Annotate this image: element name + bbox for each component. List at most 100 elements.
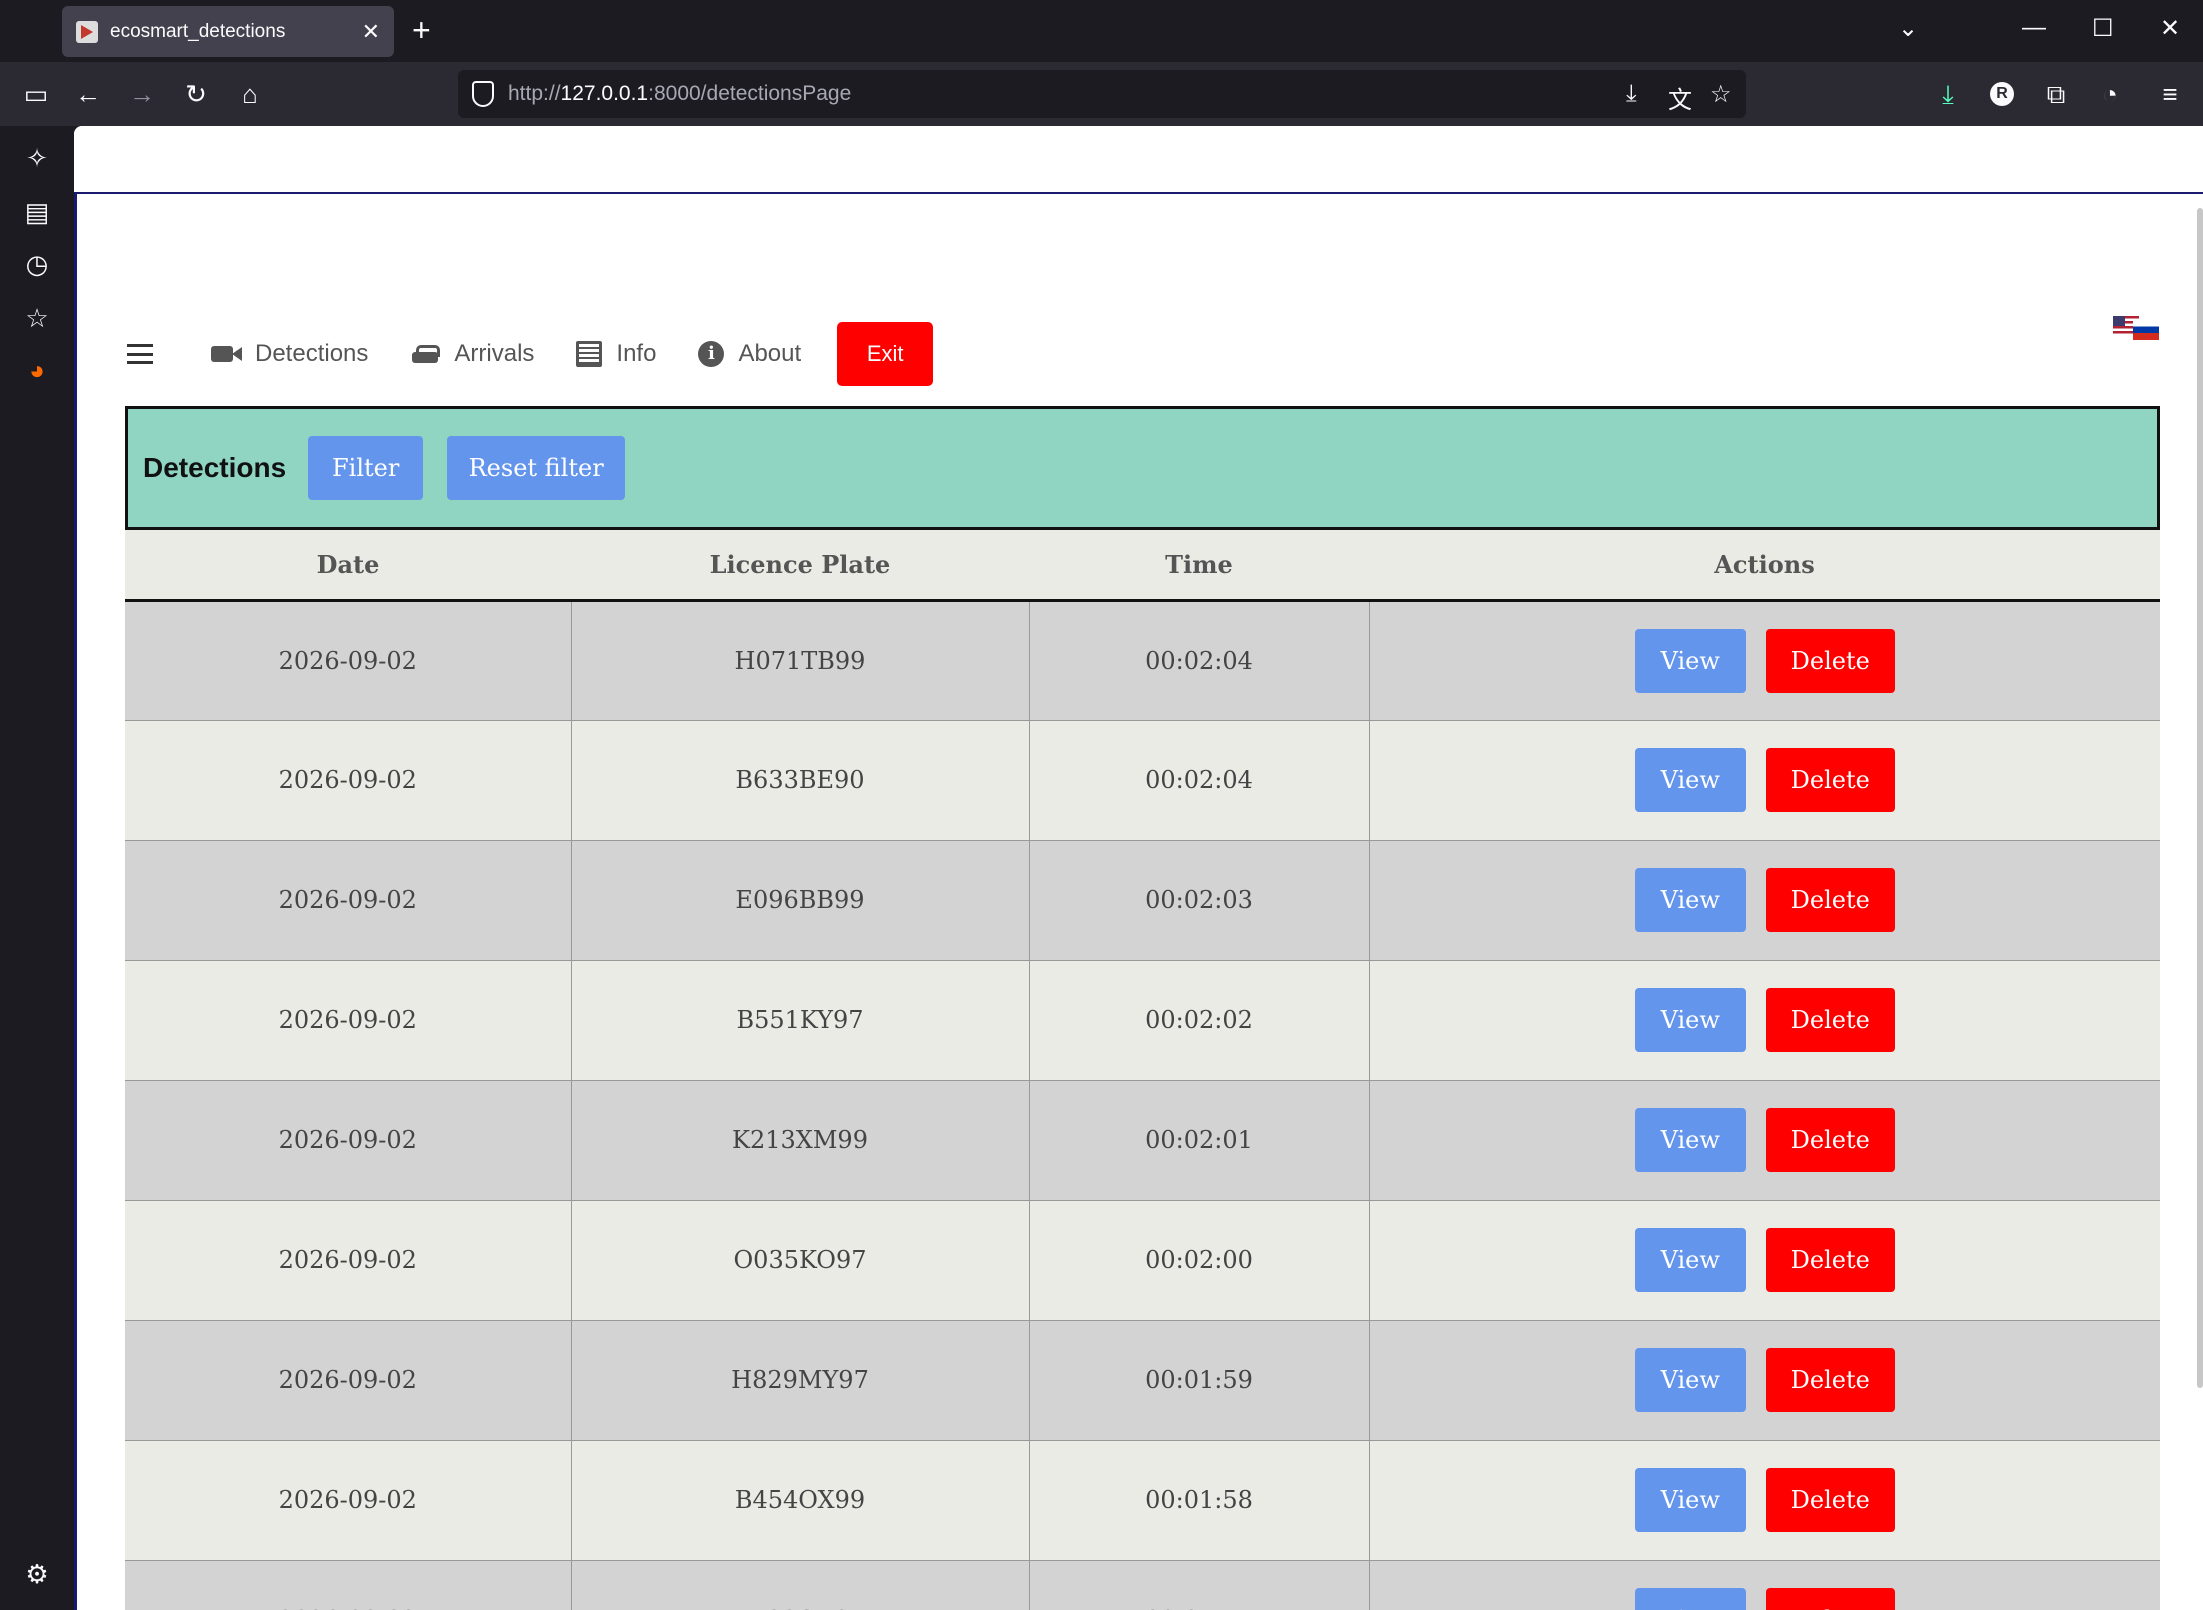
bookmarks-icon[interactable]: ☆ xyxy=(21,302,53,334)
cell-actions: View Delete xyxy=(1368,1079,2160,1201)
cell-time: 00:01:59 xyxy=(1028,1319,1370,1441)
ai-chat-icon[interactable]: ✧ xyxy=(21,142,53,174)
header-plate: Licence Plate xyxy=(709,549,891,579)
favicon-icon xyxy=(76,20,98,43)
tab-bar: ecosmart_detections ✕ + ⌄ — ☐ ✕ xyxy=(0,0,2203,62)
delete-button[interactable]: Delete xyxy=(1765,1348,1895,1412)
view-button[interactable]: View xyxy=(1634,748,1746,812)
exit-button[interactable]: Exit xyxy=(837,322,934,386)
menu-item-detections[interactable]: Detections xyxy=(211,340,368,368)
table-row: 2026-09-02 H071TB99 00:02:04 View Delete xyxy=(125,599,2160,721)
shield-icon[interactable] xyxy=(472,81,494,107)
downloads-icon[interactable]: ⤓ xyxy=(1932,78,1964,110)
list-tabs-icon[interactable]: ⌄ xyxy=(1898,14,1918,43)
app-frame: Detections Arrivals Info i About Exit De… xyxy=(74,194,2203,1610)
cell-plate: H071TB99 xyxy=(570,599,1030,721)
save-page-icon[interactable]: ⤓ xyxy=(1626,80,1637,108)
delete-button[interactable]: Delete xyxy=(1765,1108,1895,1172)
table-row: 2026-09-02 H829MY97 00:01:59 View Delete xyxy=(125,1319,2160,1441)
cell-plate: B454OX99 xyxy=(570,1439,1030,1561)
delete-button[interactable]: Delete xyxy=(1765,988,1895,1052)
cell-date: 2026-09-02 xyxy=(125,1559,572,1610)
reload-icon[interactable]: ↻ xyxy=(180,78,212,110)
view-button[interactable]: View xyxy=(1634,628,1746,693)
menu-item-arrivals[interactable]: Arrivals xyxy=(410,340,534,368)
delete-button[interactable]: Delete xyxy=(1765,748,1895,812)
tab-title: ecosmart_detections xyxy=(110,20,286,42)
home-icon[interactable]: ⌂ xyxy=(234,78,266,110)
info-circle-icon: i xyxy=(698,341,725,367)
view-button[interactable]: View xyxy=(1634,1468,1746,1532)
menu-item-about[interactable]: i About xyxy=(698,340,801,368)
view-button[interactable]: View xyxy=(1634,868,1746,932)
cell-plate: E096BB99 xyxy=(570,839,1030,961)
delete-button[interactable]: Delete xyxy=(1765,1228,1895,1292)
cell-time: 00:02:01 xyxy=(1028,1079,1370,1201)
minimize-icon[interactable]: — xyxy=(2022,14,2046,42)
forward-icon[interactable]: → xyxy=(126,78,158,110)
new-tab-icon[interactable]: + xyxy=(412,12,431,48)
menu-label-detections: Detections xyxy=(255,340,369,367)
url-bar[interactable]: http://127.0.0.1:8000/detectionsPage ⤓ 文… xyxy=(458,70,1746,118)
close-tab-icon[interactable]: ✕ xyxy=(362,19,380,45)
header-time: Time xyxy=(1165,549,1233,579)
bookmark-star-icon[interactable]: ☆ xyxy=(1710,80,1732,109)
settings-gear-icon[interactable]: ⚙ xyxy=(21,1558,53,1590)
cell-date: 2026-09-02 xyxy=(125,959,572,1081)
menu-item-info[interactable]: Info xyxy=(576,340,656,368)
cell-date: 2026-09-02 xyxy=(125,1079,572,1201)
delete-button[interactable]: Delete xyxy=(1765,1468,1895,1532)
view-button[interactable]: View xyxy=(1634,1228,1746,1292)
extensions-icon[interactable]: ⧉ xyxy=(2040,78,2072,110)
header-date: Date xyxy=(316,549,380,579)
cell-actions: View Delete xyxy=(1368,839,2160,961)
view-button[interactable]: View xyxy=(1634,1108,1746,1172)
video-camera-icon xyxy=(211,346,242,362)
ru-flag-icon[interactable] xyxy=(2133,320,2159,340)
history-icon[interactable]: ◷ xyxy=(21,248,53,280)
window-close-icon[interactable]: ✕ xyxy=(2160,14,2180,43)
cell-date: 2026-09-02 xyxy=(125,839,572,961)
browser-tab[interactable]: ecosmart_detections ✕ xyxy=(62,6,394,57)
table-row: 2026-09-02 B633BE90 00:02:04 View Delete xyxy=(125,719,2160,841)
app-menu-icon[interactable]: ≡ xyxy=(2154,78,2186,110)
reset-filter-button[interactable]: Reset filter xyxy=(447,436,626,500)
extension-sidebar-icon[interactable]: ◕ xyxy=(21,354,53,386)
cell-actions: View Delete xyxy=(1368,599,2160,721)
view-button[interactable]: View xyxy=(1634,1348,1746,1412)
hamburger-menu-icon[interactable] xyxy=(127,344,153,364)
extension-icon[interactable]: ◔ xyxy=(2094,78,2126,110)
list-icon xyxy=(576,341,603,367)
cell-date: 2026-09-02 xyxy=(125,1199,572,1321)
synced-tabs-icon[interactable]: ▤ xyxy=(21,196,53,228)
table-row: 2026-09-02 B454OX99 00:01:58 View Delete xyxy=(125,1439,2160,1561)
scrollbar[interactable] xyxy=(2197,208,2203,1388)
view-button[interactable]: View xyxy=(1634,988,1746,1052)
table-row: 2026-09-02 E096BB99 00:02:03 View Delete xyxy=(125,839,2160,961)
view-button[interactable]: View xyxy=(1634,1588,1746,1610)
cell-date: 2026-09-02 xyxy=(125,1319,572,1441)
delete-button[interactable]: Delete xyxy=(1765,628,1895,693)
delete-button[interactable]: Delete xyxy=(1765,868,1895,932)
translate-icon[interactable]: 文 xyxy=(1668,80,1692,115)
language-flag-icon[interactable] xyxy=(2113,316,2159,340)
detections-header-panel: Detections Filter Reset filter xyxy=(125,406,2160,530)
maximize-icon[interactable]: ☐ xyxy=(2092,14,2114,43)
cell-plate: O035KO97 xyxy=(570,1199,1030,1321)
delete-button[interactable]: Delete xyxy=(1765,1588,1895,1610)
cell-date: 2026-09-02 xyxy=(125,599,572,721)
cell-date: 2026-09-02 xyxy=(125,719,572,841)
table-header-row: Date Licence Plate Time Actions xyxy=(125,530,2160,600)
cell-actions: View Delete xyxy=(1368,1199,2160,1321)
cell-time: 00:02:04 xyxy=(1028,599,1370,721)
cell-time: 00:02:02 xyxy=(1028,959,1370,1081)
detections-table: Date Licence Plate Time Actions 2026-09-… xyxy=(125,530,2160,1610)
cell-time: 00:01:57 xyxy=(1028,1559,1370,1610)
filter-button[interactable]: Filter xyxy=(308,436,424,500)
cell-time: 00:02:00 xyxy=(1028,1199,1370,1321)
table-row: 2026-09-02 B551KY97 00:02:02 View Delete xyxy=(125,959,2160,1081)
back-icon[interactable]: ← xyxy=(72,78,104,110)
account-avatar-icon[interactable]: R xyxy=(1986,78,2018,110)
sidebar-toggle-icon[interactable]: ▭ xyxy=(20,78,52,110)
cell-time: 00:02:03 xyxy=(1028,839,1370,961)
